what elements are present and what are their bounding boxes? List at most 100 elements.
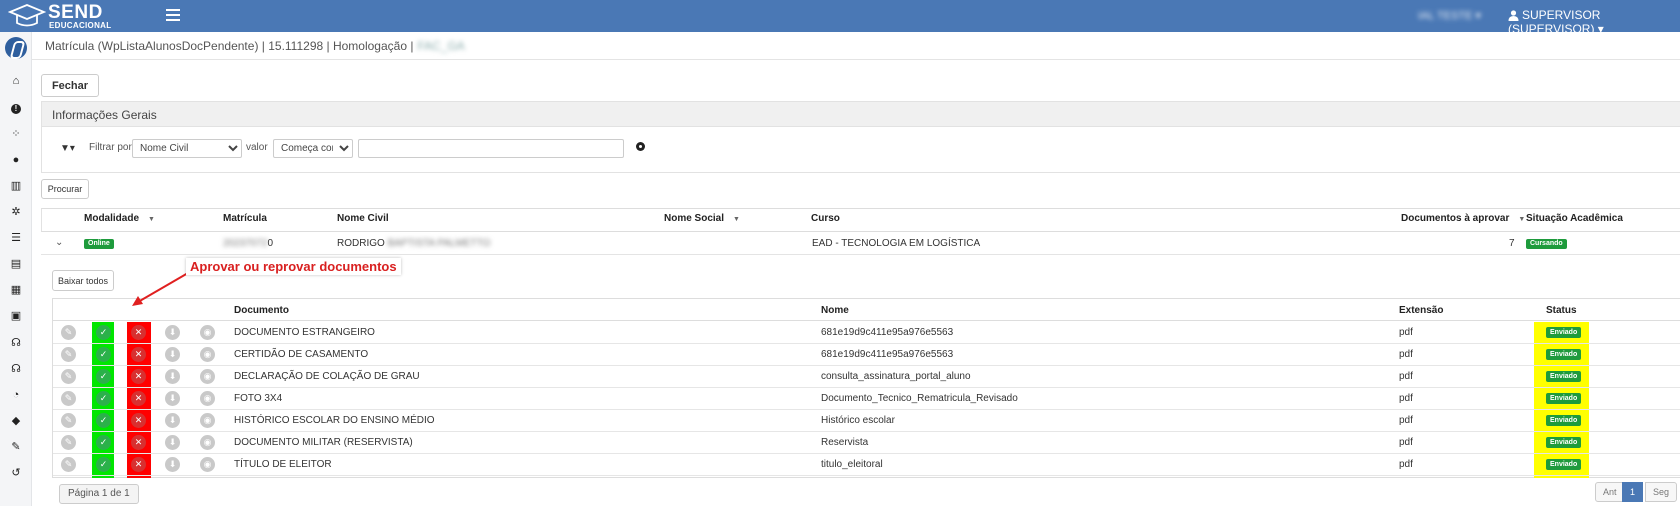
column-header-documentos[interactable]: Documentos à aprovar ▼	[1401, 213, 1525, 224]
course-cell: EAD - TECNOLOGIA EM LOGÍSTICA	[812, 238, 981, 249]
brand-logo[interactable]: SEND EDUCACIONAL	[8, 2, 128, 30]
status-badge: Enviado	[1546, 437, 1582, 448]
sidebar-logo-icon[interactable]	[5, 37, 27, 59]
edit-icon[interactable]: ✎	[61, 413, 76, 428]
approve-icon[interactable]: ✓	[96, 435, 111, 450]
chat-icon[interactable]: ◔	[9, 388, 23, 402]
document-row: ✎ ✓ ✕ ⬇ ◉ DOCUMENTO MILITAR (RESERVISTA) Reser…	[53, 432, 1680, 454]
expand-row-chevron-icon[interactable]: ⌄	[55, 237, 63, 248]
reject-icon[interactable]: ✕	[131, 413, 146, 428]
document-type-cell: DOCUMENTO MILITAR (RESERVISTA)	[234, 437, 413, 448]
approve-icon[interactable]: ✓	[96, 325, 111, 340]
extension-cell: pdf	[1399, 437, 1413, 448]
sort-caret-icon[interactable]: ▼	[733, 216, 740, 223]
download-icon[interactable]: ⬇	[165, 369, 180, 384]
view-icon[interactable]: ◉	[200, 413, 215, 428]
column-header-curso[interactable]: Curso	[811, 213, 840, 224]
edit-icon[interactable]: ✎	[61, 457, 76, 472]
view-icon[interactable]: ◉	[200, 369, 215, 384]
bar-chart-icon[interactable]: ▥	[9, 179, 23, 193]
download-all-button[interactable]: Baixar todos	[52, 270, 114, 291]
download-icon[interactable]: ⬇	[165, 435, 180, 450]
view-icon[interactable]: ◉	[200, 457, 215, 472]
view-icon[interactable]: ◉	[200, 435, 215, 450]
edit-icon[interactable]: ✎	[61, 391, 76, 406]
user-icon	[1508, 10, 1519, 21]
view-icon[interactable]: ◉	[200, 347, 215, 362]
user-icon[interactable]: ●	[9, 153, 23, 167]
gear-icon[interactable]	[636, 142, 645, 151]
cogs-icon[interactable]: ✲	[9, 205, 23, 219]
column-header-nome-civil[interactable]: Nome Civil	[337, 213, 389, 224]
pagination-next-button[interactable]: Seg	[1645, 482, 1678, 502]
approve-icon[interactable]: ✓	[96, 369, 111, 384]
home-icon[interactable]: ⌂	[9, 74, 23, 88]
status-badge: Enviado	[1546, 327, 1582, 338]
column-header-documento[interactable]: Documento	[234, 305, 289, 316]
download-icon[interactable]: ⬇	[165, 391, 180, 406]
sort-caret-icon[interactable]: ▼	[148, 216, 155, 223]
reject-icon[interactable]: ✕	[131, 457, 146, 472]
download-icon[interactable]: ⬇	[165, 413, 180, 428]
reject-icon[interactable]: ✕	[131, 369, 146, 384]
view-icon[interactable]: ◉	[200, 325, 215, 340]
extension-cell: pdf	[1399, 327, 1413, 338]
column-header-situacao[interactable]: Situação Acadêmica	[1526, 213, 1623, 224]
spinner-icon[interactable]: ⁘	[9, 127, 23, 141]
unit-selector[interactable]: IAL TESTE ▾	[1418, 9, 1481, 22]
download-icon[interactable]: ⬇	[165, 347, 180, 362]
edit-icon[interactable]: ✎	[61, 369, 76, 384]
document-type-cell: DECLARAÇÃO DE COLAÇÃO DE GRAU	[234, 371, 420, 382]
download-icon[interactable]: ⬇	[165, 457, 180, 472]
user-menu[interactable]: SUPERVISOR (SUPERVISOR) ▾	[1508, 8, 1680, 36]
inbox-icon[interactable]: ▣	[9, 309, 23, 323]
column-header-status[interactable]: Status	[1546, 305, 1577, 316]
reject-icon[interactable]: ✕	[131, 325, 146, 340]
filter-operator-select[interactable]: Começa com	[273, 139, 353, 158]
calendar-check-icon[interactable]: ▦	[9, 283, 23, 297]
headset-icon[interactable]: ☊	[9, 362, 23, 376]
column-header-modalidade[interactable]: Modalidade ▼	[84, 213, 155, 224]
approve-icon[interactable]: ✓	[96, 413, 111, 428]
column-header-nome[interactable]: Nome	[821, 305, 849, 316]
breadcrumb: Matrícula (WpListaAlunosDocPendente) | 1…	[45, 39, 465, 53]
filter-value-input[interactable]	[358, 139, 624, 158]
menu-toggle-icon[interactable]	[166, 9, 180, 23]
registration-tail: 0	[267, 238, 274, 249]
approve-icon[interactable]: ✓	[96, 457, 111, 472]
header-label: Modalidade	[84, 213, 140, 224]
headset-icon[interactable]: ☊	[9, 336, 23, 350]
edit-icon[interactable]: ✎	[61, 435, 76, 450]
filter-icon[interactable]: ▼▾	[60, 143, 75, 154]
pagination-prev-button[interactable]: Ant	[1595, 482, 1625, 502]
column-header-nome-social[interactable]: Nome Social ▼	[664, 213, 740, 224]
list-icon[interactable]: ☰	[9, 231, 23, 245]
download-icon[interactable]: ⬇	[165, 325, 180, 340]
reject-icon[interactable]: ✕	[131, 347, 146, 362]
document-row: ✎ ✓ ✕ ⬇ ◉ CERTIDÃO DE CASAMENTO 681e19d9c411e9…	[53, 344, 1680, 366]
filter-field-select[interactable]: Nome Civil	[132, 139, 242, 158]
graduation-cap-icon[interactable]: ◆	[9, 414, 23, 428]
alert-icon[interactable]: !	[9, 101, 23, 115]
document-type-cell: FOTO 3X4	[234, 393, 283, 404]
approve-icon[interactable]: ✓	[96, 391, 111, 406]
approve-icon[interactable]: ✓	[96, 347, 111, 362]
view-icon[interactable]: ◉	[200, 391, 215, 406]
history-icon[interactable]: ↺	[9, 466, 23, 480]
brand-name: SEND	[48, 2, 103, 23]
id-card-icon[interactable]: ▤	[9, 257, 23, 271]
extension-cell: pdf	[1399, 459, 1413, 470]
close-button[interactable]: Fechar	[41, 74, 99, 97]
file-name-cell: Documento_Tecnico_Rematricula_Revisado	[821, 393, 1018, 404]
breadcrumb-blurred: FAC_GA	[417, 39, 465, 53]
column-header-matricula[interactable]: Matrícula	[223, 213, 267, 224]
pagination-page-button[interactable]: 1	[1622, 482, 1644, 502]
wrench-icon[interactable]: ✎	[9, 440, 23, 454]
reject-icon[interactable]: ✕	[131, 391, 146, 406]
reject-icon[interactable]: ✕	[131, 435, 146, 450]
edit-icon[interactable]: ✎	[61, 325, 76, 340]
search-button[interactable]: Procurar	[41, 179, 89, 199]
sort-caret-icon[interactable]: ▼	[1518, 216, 1525, 223]
column-header-extensao[interactable]: Extensão	[1399, 305, 1443, 316]
edit-icon[interactable]: ✎	[61, 347, 76, 362]
